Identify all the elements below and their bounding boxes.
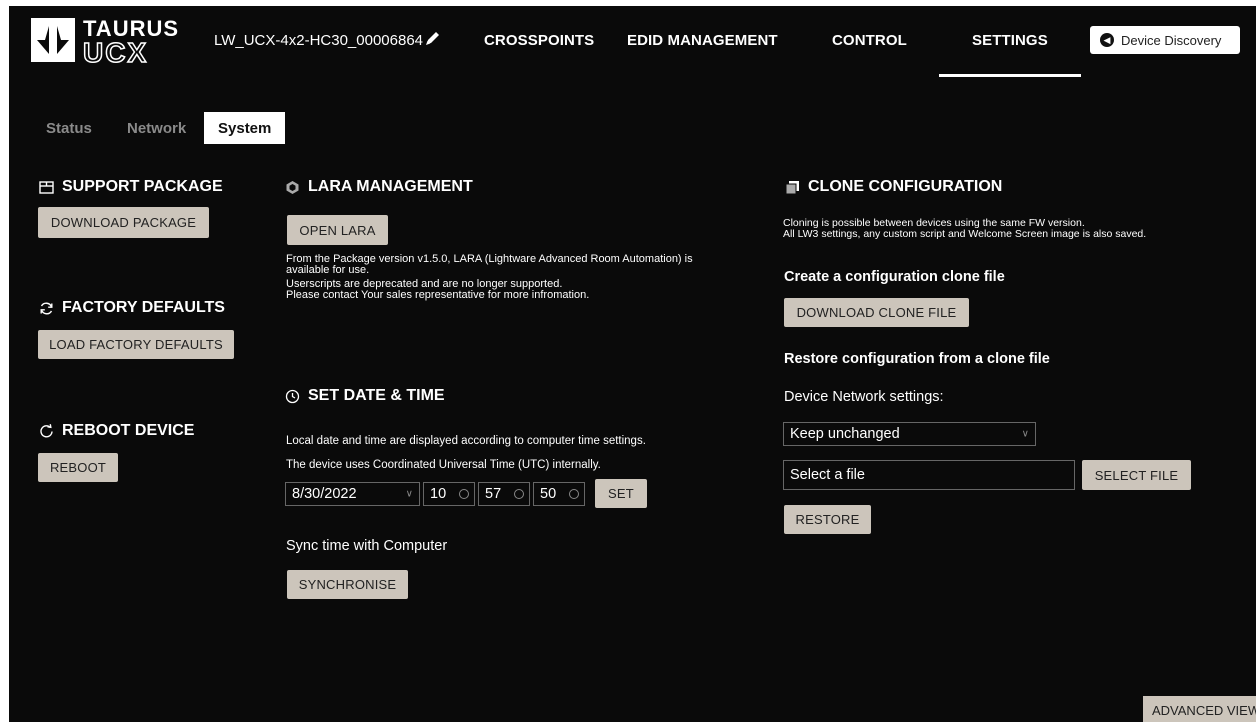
network-settings-value: Keep unchanged [790, 426, 900, 442]
advanced-view-button[interactable]: ADVANCED VIEW [1143, 696, 1256, 722]
logo-mark-icon [31, 18, 75, 62]
restart-icon [40, 423, 53, 437]
clone-file-placeholder: Select a file [790, 467, 865, 483]
chevron-down-icon: ∨ [405, 488, 413, 500]
support-package-heading: SUPPORT PACKAGE [39, 178, 223, 196]
open-lara-button[interactable]: OPEN LARA [287, 215, 388, 245]
factory-defaults-title: FACTORY DEFAULTS [62, 299, 225, 316]
network-settings-select[interactable]: Keep unchanged ∨ [783, 422, 1036, 446]
factory-defaults-heading: FACTORY DEFAULTS [39, 299, 225, 317]
load-factory-defaults-button[interactable]: LOAD FACTORY DEFAULTS [38, 330, 234, 359]
minute-value: 57 [485, 486, 502, 502]
back-arrow-icon: ◀ [1100, 33, 1114, 47]
hour-value: 10 [430, 486, 447, 502]
set-date-time-heading: SET DATE & TIME [285, 387, 445, 405]
datetime-info-line-2: The device uses Coordinated Universal Ti… [286, 459, 601, 471]
date-picker[interactable]: 8/30/2022 ∨ [285, 482, 420, 506]
lara-management-title: LARA MANAGEMENT [308, 178, 473, 195]
app-window: TAURUS UCX LW_UCX-4x2-HC30_00006864 CROS… [9, 6, 1256, 722]
logo-text-ucx: UCX [82, 36, 149, 69]
restore-clone-heading: Restore configuration from a clone file [784, 351, 1050, 367]
support-package-title: SUPPORT PACKAGE [62, 178, 223, 195]
synchronise-button[interactable]: SYNCHRONISE [287, 570, 408, 599]
create-clone-heading: Create a configuration clone file [784, 269, 1005, 285]
clone-file-input[interactable]: Select a file [783, 460, 1075, 490]
clone-configuration-title: CLONE CONFIGURATION [808, 178, 1003, 195]
clone-desc-line-2: All LW3 settings, any custom script and … [783, 228, 1147, 240]
set-time-button[interactable]: SET [595, 479, 647, 508]
nav-active-indicator [939, 74, 1081, 77]
nav-tab-control[interactable]: CONTROL [832, 32, 907, 49]
refresh-icon [40, 302, 53, 314]
taurus-logo: TAURUS UCX [31, 16, 181, 69]
spinner-icon [569, 489, 579, 499]
nav-tab-edid-management[interactable]: EDID MANAGEMENT [627, 32, 778, 49]
device-name[interactable]: LW_UCX-4x2-HC30_00006864 [214, 32, 423, 49]
clone-configuration-heading: CLONE CONFIGURATION [785, 178, 1002, 196]
reboot-device-title: REBOOT DEVICE [62, 422, 195, 439]
download-clone-file-button[interactable]: DOWNLOAD CLONE FILE [784, 298, 969, 327]
date-value: 8/30/2022 [292, 486, 357, 502]
lara-management-heading: LARA MANAGEMENT [285, 178, 473, 196]
nav-tab-settings[interactable]: SETTINGS [972, 32, 1048, 49]
subtab-system[interactable]: System [204, 112, 286, 144]
sync-time-label: Sync time with Computer [286, 538, 448, 554]
restore-button[interactable]: RESTORE [784, 505, 871, 534]
package-icon [39, 180, 54, 194]
pencil-icon[interactable] [424, 29, 442, 47]
reboot-button[interactable]: REBOOT [38, 453, 118, 482]
lara-info-line-4: Please contact Your sales representative… [286, 289, 590, 301]
subtab-status[interactable]: Status [46, 112, 92, 144]
subtab-network[interactable]: Network [127, 112, 186, 144]
set-date-time-title: SET DATE & TIME [308, 387, 445, 404]
spinner-icon [514, 489, 524, 499]
hour-stepper[interactable]: 10 [423, 482, 475, 506]
chevron-down-icon: ∨ [1021, 428, 1029, 440]
lara-info-line-2: available for use. [286, 264, 370, 276]
select-file-button[interactable]: SELECT FILE [1082, 460, 1191, 490]
download-package-button[interactable]: DOWNLOAD PACKAGE [38, 207, 209, 238]
reboot-device-heading: REBOOT DEVICE [39, 422, 194, 440]
device-discovery-label: Device Discovery [1121, 32, 1222, 48]
copy-icon [785, 180, 799, 194]
lara-icon [286, 180, 299, 194]
clock-icon [285, 389, 300, 403]
nav-tab-crosspoints[interactable]: CROSSPOINTS [484, 32, 594, 49]
datetime-info-line-1: Local date and time are displayed accord… [286, 435, 646, 447]
device-network-settings-label: Device Network settings: [784, 389, 944, 405]
minute-stepper[interactable]: 57 [478, 482, 530, 506]
second-value: 50 [540, 486, 557, 502]
device-discovery-button[interactable]: ◀ Device Discovery [1090, 26, 1240, 54]
spinner-icon [459, 489, 469, 499]
second-stepper[interactable]: 50 [533, 482, 585, 506]
